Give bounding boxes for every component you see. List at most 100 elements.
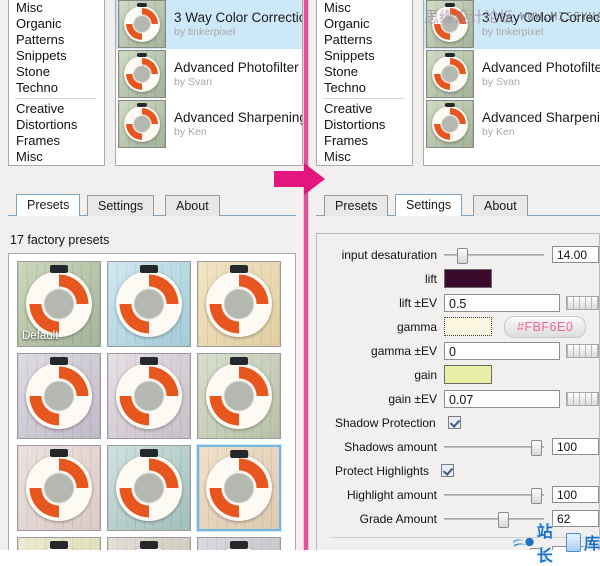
preset-thumbnail[interactable] [107, 353, 191, 439]
spinner-control[interactable] [566, 391, 599, 406]
presets-grid[interactable]: Default [8, 253, 296, 550]
flame-icon [512, 537, 534, 548]
life-ring-thumbnail [108, 538, 190, 550]
effect-thumbnail [118, 0, 166, 48]
tab-presets-left[interactable]: Presets [16, 194, 81, 216]
right-arrow-icon [274, 163, 325, 195]
category-item-frames[interactable]: Frames [9, 133, 104, 149]
effect-text: Advanced Sharpeningby Ken [482, 110, 600, 139]
category-item-distortions[interactable]: Distortions [9, 117, 104, 133]
category-item-photo[interactable]: Photo [317, 165, 412, 166]
preset-thumbnail[interactable]: Default [17, 261, 101, 347]
category-item-snippets[interactable]: Snippets [317, 48, 412, 64]
effect-text: 3 Way Color Correctionby tinkerpixel [174, 10, 302, 39]
category-item-stone[interactable]: Stone [9, 64, 104, 80]
settings-label: Shadows amount [344, 439, 437, 454]
slider[interactable] [444, 247, 544, 264]
settings-row-lift-ev: lift ±EV 0.5 [317, 292, 599, 313]
category-item-photo[interactable]: Photo [9, 165, 104, 166]
effect-list-item[interactable]: Advanced Photofilter by Svan [424, 49, 600, 99]
right-tabstrip[interactable]: Presets Settings About [316, 194, 600, 216]
effect-list-item[interactable]: Advanced Sharpeningby Ken [116, 99, 302, 149]
settings-label: Shadow Protection [335, 415, 436, 430]
effect-list-item[interactable]: Advanced Sharpeningby Ken [424, 99, 600, 149]
category-item-stone[interactable]: Stone [317, 64, 412, 80]
slider-thumb[interactable] [531, 487, 542, 504]
life-ring-thumbnail [108, 262, 190, 346]
effect-list-items: 3 Way Color Correction by tinkerpixel Adva… [116, 0, 302, 149]
preset-thumbnail[interactable] [107, 261, 191, 347]
category-item-misc[interactable]: Misc [9, 0, 104, 16]
settings-row-gain-ev: gain ±EV 0.07 [317, 388, 599, 409]
effect-list-item[interactable]: 3 Way Color Correctionby tinkerpixel [116, 0, 302, 49]
effect-list-item[interactable]: Advanced Photofilter by Svan [116, 49, 302, 99]
slider[interactable] [444, 487, 544, 504]
checkbox[interactable] [447, 416, 461, 429]
checkbox[interactable] [441, 464, 455, 477]
watermark-badge-icon [566, 532, 581, 552]
color-swatch[interactable] [444, 269, 492, 288]
life-ring-thumbnail [427, 51, 473, 97]
slider-thumb[interactable] [498, 511, 509, 528]
effect-name: Advanced Photofilter [482, 59, 600, 75]
effect-text: Advanced Photofilter by Svan [482, 60, 600, 89]
settings-row-gamma-ev: gamma ±EV 0 [317, 340, 599, 361]
category-list-items-after: Misc Organic Patterns Snippets Stone Techno Cr… [317, 0, 412, 166]
settings-row-gamma: gamma #FBF6E0 [317, 315, 599, 338]
text-field[interactable]: 0.07 [444, 389, 561, 408]
category-item-misc[interactable]: Misc [317, 0, 412, 16]
settings-label: Highlight amount [346, 487, 437, 502]
preset-thumbnail[interactable] [197, 261, 281, 347]
preset-thumbnail[interactable] [107, 445, 191, 531]
value-field[interactable]: 14.00 [552, 246, 599, 263]
comparison-divider [303, 0, 309, 550]
settings-form[interactable]: input desaturation 14.00 lift lift ±EV 0.5 ga… [316, 233, 600, 550]
color-swatch[interactable] [444, 365, 492, 384]
category-item-patterns[interactable]: Patterns [317, 32, 412, 48]
category-item-techno[interactable]: Techno [317, 80, 412, 96]
preset-thumbnail[interactable] [17, 537, 101, 550]
settings-label: gamma [396, 319, 437, 334]
preset-thumbnail[interactable] [17, 445, 101, 531]
value-field[interactable]: 100 [552, 438, 599, 455]
life-ring-thumbnail [108, 446, 190, 530]
slider-thumb[interactable] [531, 439, 542, 456]
category-item-snippets[interactable]: Snippets [9, 48, 104, 64]
text-field[interactable]: 0 [444, 341, 561, 360]
tab-settings-left[interactable]: Settings [87, 195, 155, 216]
category-item-techno[interactable]: Techno [9, 80, 104, 96]
slider-thumb[interactable] [457, 247, 468, 264]
text-field[interactable]: 0.5 [444, 293, 561, 312]
effect-thumbnail [118, 50, 166, 98]
category-item-frames[interactable]: Frames [317, 133, 412, 149]
effect-list[interactable]: 3 Way Color Correction by tinkerpixel Adva… [115, 0, 303, 166]
category-item-creative[interactable]: Creative [317, 101, 412, 117]
spinner-control[interactable] [566, 343, 599, 358]
category-list[interactable]: Misc Organic Patterns Snippets Stone Techno Cr… [8, 0, 105, 166]
preset-thumbnail[interactable] [197, 353, 281, 439]
category-item-distortions[interactable]: Distortions [317, 117, 412, 133]
category-item-patterns[interactable]: Patterns [9, 32, 104, 48]
tab-presets-right[interactable]: Presets [324, 195, 389, 216]
category-item-misc[interactable]: Misc [9, 149, 104, 165]
preset-thumbnail[interactable] [17, 353, 101, 439]
tab-about-left[interactable]: About [165, 195, 220, 216]
life-ring-thumbnail [427, 101, 473, 147]
life-ring-thumbnail [108, 354, 190, 438]
slider[interactable] [444, 439, 544, 456]
preset-thumbnail[interactable] [196, 444, 282, 532]
tab-settings-right[interactable]: Settings [395, 194, 463, 216]
category-item-organic[interactable]: Organic [9, 16, 104, 32]
color-swatch[interactable] [444, 317, 492, 336]
preset-thumbnail[interactable] [197, 537, 281, 550]
spinner-control[interactable] [566, 295, 599, 310]
category-item-organic[interactable]: Organic [317, 16, 412, 32]
left-tabstrip[interactable]: Presets Settings About [8, 194, 296, 216]
watermark-bottom-cn: 站长 [536, 522, 553, 565]
category-item-misc[interactable]: Misc [317, 149, 412, 165]
value-field[interactable]: 100 [552, 486, 599, 503]
category-list-after[interactable]: Misc Organic Patterns Snippets Stone Techno Cr… [316, 0, 413, 166]
tab-about-right[interactable]: About [473, 195, 528, 216]
preset-thumbnail[interactable] [107, 537, 191, 550]
category-item-creative[interactable]: Creative [9, 101, 104, 117]
